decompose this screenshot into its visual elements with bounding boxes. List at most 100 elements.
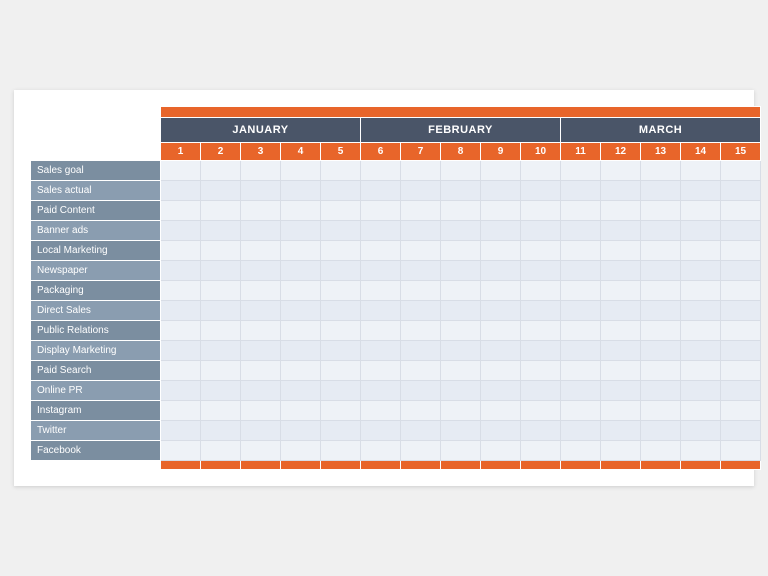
data-cell[interactable] bbox=[361, 341, 401, 361]
data-cell[interactable] bbox=[601, 401, 641, 421]
data-cell[interactable] bbox=[561, 421, 601, 441]
data-cell[interactable] bbox=[441, 341, 481, 361]
data-cell[interactable] bbox=[441, 181, 481, 201]
data-cell[interactable] bbox=[641, 281, 681, 301]
data-cell[interactable] bbox=[681, 341, 721, 361]
data-cell[interactable] bbox=[201, 201, 241, 221]
data-cell[interactable] bbox=[721, 341, 761, 361]
data-cell[interactable] bbox=[241, 381, 281, 401]
data-cell[interactable] bbox=[281, 161, 321, 181]
data-cell[interactable] bbox=[281, 361, 321, 381]
data-cell[interactable] bbox=[281, 261, 321, 281]
data-cell[interactable] bbox=[201, 401, 241, 421]
data-cell[interactable] bbox=[721, 261, 761, 281]
data-cell[interactable] bbox=[481, 221, 521, 241]
data-cell[interactable] bbox=[521, 421, 561, 441]
data-cell[interactable] bbox=[201, 321, 241, 341]
data-cell[interactable] bbox=[161, 361, 201, 381]
data-cell[interactable] bbox=[601, 421, 641, 441]
data-cell[interactable] bbox=[201, 361, 241, 381]
data-cell[interactable] bbox=[441, 261, 481, 281]
data-cell[interactable] bbox=[441, 201, 481, 221]
data-cell[interactable] bbox=[441, 301, 481, 321]
data-cell[interactable] bbox=[561, 181, 601, 201]
data-cell[interactable] bbox=[401, 221, 441, 241]
data-cell[interactable] bbox=[401, 341, 441, 361]
data-cell[interactable] bbox=[481, 181, 521, 201]
data-cell[interactable] bbox=[241, 281, 281, 301]
data-cell[interactable] bbox=[601, 301, 641, 321]
data-cell[interactable] bbox=[521, 341, 561, 361]
data-cell[interactable] bbox=[561, 361, 601, 381]
data-cell[interactable] bbox=[681, 361, 721, 381]
data-cell[interactable] bbox=[721, 221, 761, 241]
data-cell[interactable] bbox=[281, 341, 321, 361]
data-cell[interactable] bbox=[321, 361, 361, 381]
data-cell[interactable] bbox=[401, 401, 441, 421]
data-cell[interactable] bbox=[521, 281, 561, 301]
data-cell[interactable] bbox=[401, 441, 441, 461]
data-cell[interactable] bbox=[321, 221, 361, 241]
data-cell[interactable] bbox=[401, 241, 441, 261]
data-cell[interactable] bbox=[241, 181, 281, 201]
data-cell[interactable] bbox=[321, 261, 361, 281]
data-cell[interactable] bbox=[481, 341, 521, 361]
data-cell[interactable] bbox=[361, 381, 401, 401]
data-cell[interactable] bbox=[281, 401, 321, 421]
data-cell[interactable] bbox=[441, 221, 481, 241]
data-cell[interactable] bbox=[161, 201, 201, 221]
data-cell[interactable] bbox=[601, 281, 641, 301]
data-cell[interactable] bbox=[721, 321, 761, 341]
data-cell[interactable] bbox=[361, 201, 401, 221]
data-cell[interactable] bbox=[241, 201, 281, 221]
data-cell[interactable] bbox=[681, 381, 721, 401]
data-cell[interactable] bbox=[201, 161, 241, 181]
data-cell[interactable] bbox=[641, 261, 681, 281]
data-cell[interactable] bbox=[401, 281, 441, 301]
data-cell[interactable] bbox=[361, 321, 401, 341]
data-cell[interactable] bbox=[161, 441, 201, 461]
data-cell[interactable] bbox=[161, 161, 201, 181]
data-cell[interactable] bbox=[201, 281, 241, 301]
data-cell[interactable] bbox=[561, 401, 601, 421]
data-cell[interactable] bbox=[601, 201, 641, 221]
data-cell[interactable] bbox=[161, 341, 201, 361]
data-cell[interactable] bbox=[521, 361, 561, 381]
data-cell[interactable] bbox=[361, 241, 401, 261]
data-cell[interactable] bbox=[161, 401, 201, 421]
data-cell[interactable] bbox=[601, 381, 641, 401]
data-cell[interactable] bbox=[601, 221, 641, 241]
data-cell[interactable] bbox=[241, 241, 281, 261]
data-cell[interactable] bbox=[401, 361, 441, 381]
data-cell[interactable] bbox=[241, 401, 281, 421]
data-cell[interactable] bbox=[561, 441, 601, 461]
data-cell[interactable] bbox=[521, 261, 561, 281]
data-cell[interactable] bbox=[321, 301, 361, 321]
data-cell[interactable] bbox=[441, 401, 481, 421]
data-cell[interactable] bbox=[321, 341, 361, 361]
data-cell[interactable] bbox=[321, 201, 361, 221]
data-cell[interactable] bbox=[241, 441, 281, 461]
data-cell[interactable] bbox=[521, 401, 561, 421]
data-cell[interactable] bbox=[601, 241, 641, 261]
data-cell[interactable] bbox=[641, 201, 681, 221]
data-cell[interactable] bbox=[481, 261, 521, 281]
data-cell[interactable] bbox=[361, 161, 401, 181]
data-cell[interactable] bbox=[521, 321, 561, 341]
data-cell[interactable] bbox=[241, 341, 281, 361]
data-cell[interactable] bbox=[441, 281, 481, 301]
data-cell[interactable] bbox=[601, 261, 641, 281]
data-cell[interactable] bbox=[281, 281, 321, 301]
data-cell[interactable] bbox=[161, 181, 201, 201]
data-cell[interactable] bbox=[641, 161, 681, 181]
data-cell[interactable] bbox=[721, 441, 761, 461]
data-cell[interactable] bbox=[561, 281, 601, 301]
data-cell[interactable] bbox=[281, 221, 321, 241]
data-cell[interactable] bbox=[321, 381, 361, 401]
data-cell[interactable] bbox=[521, 381, 561, 401]
data-cell[interactable] bbox=[161, 261, 201, 281]
data-cell[interactable] bbox=[201, 421, 241, 441]
data-cell[interactable] bbox=[401, 301, 441, 321]
data-cell[interactable] bbox=[161, 241, 201, 261]
data-cell[interactable] bbox=[721, 361, 761, 381]
